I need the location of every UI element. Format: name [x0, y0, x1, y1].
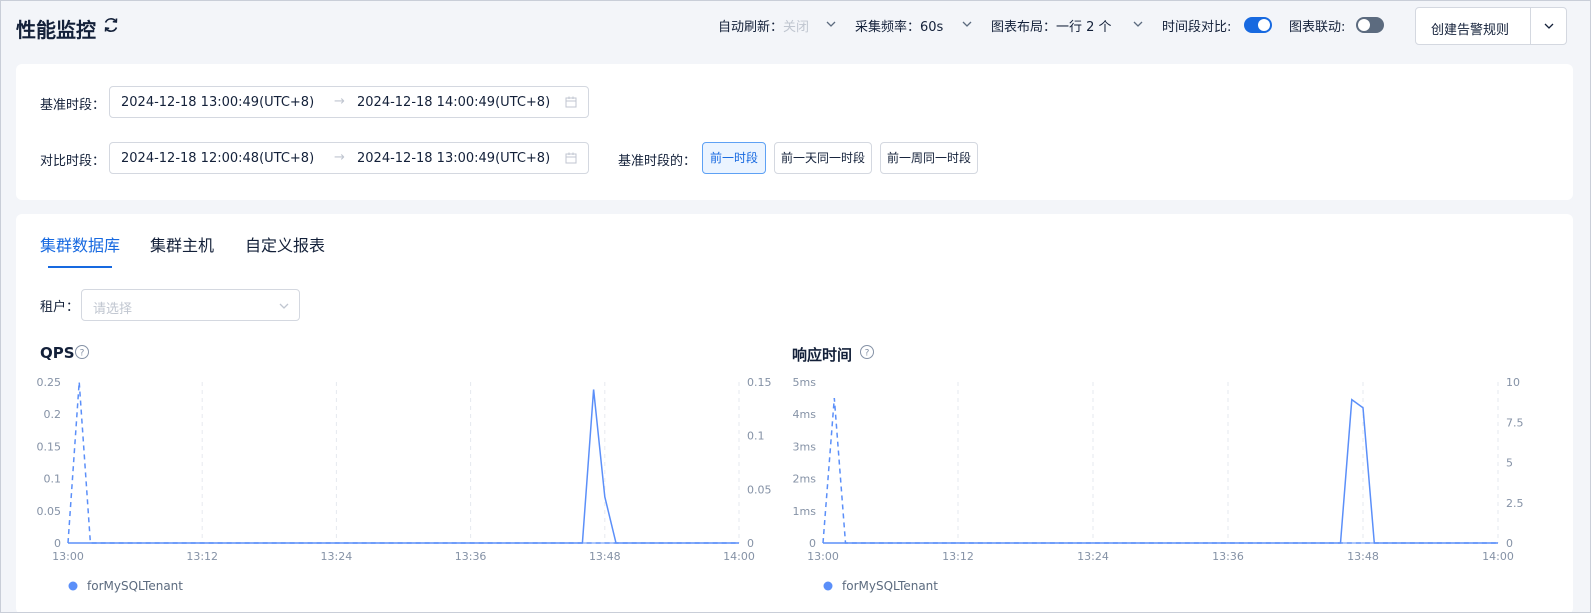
chevron-down-icon[interactable]: [1543, 20, 1555, 32]
series-line-dashed[interactable]: [822, 398, 1498, 544]
x-tick-label: 13:00: [52, 550, 84, 563]
base-range-label: 基准时段：: [40, 98, 106, 113]
y-left-tick-label: 1ms: [793, 505, 817, 518]
compare-end: 2024-12-18 13:00:49(UTC+8): [357, 151, 551, 166]
tab-cluster-host[interactable]: 集群主机: [150, 232, 214, 256]
y-left-tick-label: 3ms: [793, 440, 817, 453]
y-left-tick-label: 2ms: [793, 473, 817, 486]
qps-chart-title: QPS: [40, 344, 75, 362]
refresh-icon[interactable]: [102, 16, 120, 34]
x-tick-label: 13:24: [1077, 550, 1109, 563]
create-alert-label: 创建告警规则: [1431, 23, 1510, 38]
option-previous-day[interactable]: 前一天同一时段: [774, 142, 872, 174]
chevron-down-icon[interactable]: [825, 18, 837, 30]
x-tick-label: 13:36: [1212, 550, 1244, 563]
linkage-toggle-label: 图表联动:: [1289, 20, 1346, 35]
button-divider: [1530, 8, 1531, 44]
y-left-tick-label: 0: [809, 537, 816, 550]
tenant-label: 租户：: [40, 300, 80, 315]
arrow-right-icon: →: [334, 94, 345, 109]
x-tick-label: 13:00: [807, 550, 839, 563]
x-tick-label: 13:12: [942, 550, 974, 563]
base-start: 2024-12-18 13:00:49(UTC+8): [121, 95, 315, 110]
x-tick-label: 13:36: [455, 550, 487, 563]
response-time-chart: 13:00 13:12 13:24 13:36 13:48 14:0001ms2ms3ms…: [793, 376, 1524, 593]
x-tick-label: 13:48: [1347, 550, 1379, 563]
interval-select[interactable]: 采集频率：60s: [855, 16, 943, 35]
tab-cluster-database[interactable]: 集群数据库: [40, 232, 120, 256]
chevron-down-icon[interactable]: [1132, 18, 1144, 30]
option-previous-week[interactable]: 前一周同一时段: [880, 142, 978, 174]
x-tick-label: 14:00: [723, 550, 755, 563]
series-line-dashed[interactable]: [67, 381, 739, 544]
linkage-toggle[interactable]: [1356, 17, 1384, 33]
relative-range-label: 基准时段的：: [618, 154, 697, 169]
help-icon[interactable]: ?: [859, 344, 875, 360]
calendar-icon: [565, 152, 577, 164]
y-left-tick-label: 0.15: [37, 440, 62, 453]
layout-select[interactable]: 图表布局：一行 2 个: [991, 16, 1112, 35]
compare-range-label: 对比时段：: [40, 154, 106, 169]
y-left-tick-label: 0: [54, 537, 61, 550]
interval-label: 采集频率：: [855, 20, 921, 35]
compare-toggle[interactable]: [1244, 17, 1272, 33]
response-time-chart-title: 响应时间: [792, 346, 853, 364]
y-left-tick-label: 0.2: [44, 408, 62, 421]
legend-item[interactable]: forMySQLTenant: [87, 579, 183, 593]
x-tick-label: 13:48: [589, 550, 621, 563]
x-tick-label: 13:12: [186, 550, 218, 563]
toggle-knob: [1358, 19, 1370, 31]
svg-text:?: ?: [865, 349, 870, 359]
y-left-tick-label: 5ms: [793, 376, 817, 389]
help-icon[interactable]: ?: [74, 344, 90, 360]
option-previous-period[interactable]: 前一时段: [702, 142, 766, 174]
compare-start: 2024-12-18 12:00:48(UTC+8): [121, 151, 315, 166]
y-right-tick-label: 0: [747, 537, 754, 550]
layout-label: 图表布局：: [991, 20, 1057, 35]
y-right-tick-label: 7.5: [1506, 416, 1524, 429]
arrow-right-icon: →: [334, 150, 345, 165]
series-line-solid[interactable]: [68, 389, 739, 544]
toggle-knob: [1258, 19, 1270, 31]
tenant-select[interactable]: 请选择: [81, 289, 300, 321]
compare-range-picker[interactable]: 2024-12-18 12:00:48(UTC+8) → 2024-12-18 …: [109, 142, 589, 174]
svg-text:?: ?: [80, 349, 85, 359]
time-compare-card: 基准时段： 2024-12-18 13:00:49(UTC+8) → 2024-…: [16, 64, 1573, 200]
legend-dot: [68, 581, 78, 591]
x-tick-label: 13:24: [321, 550, 353, 563]
active-tab-indicator: [48, 266, 112, 268]
y-right-tick-label: 5: [1506, 457, 1513, 470]
y-left-tick-label: 0.25: [37, 376, 62, 389]
legend-dot: [823, 581, 833, 591]
base-range-picker[interactable]: 2024-12-18 13:00:49(UTC+8) → 2024-12-18 …: [109, 86, 589, 118]
x-tick-label: 14:00: [1482, 550, 1514, 563]
tenant-placeholder: 请选择: [93, 302, 133, 317]
series-line-solid[interactable]: [823, 398, 1498, 544]
y-right-tick-label: 0.1: [747, 430, 765, 443]
compare-toggle-label: 时间段对比:: [1162, 20, 1232, 35]
y-left-tick-label: 0.1: [44, 473, 62, 486]
legend-item[interactable]: forMySQLTenant: [842, 579, 938, 593]
y-left-tick-label: 4ms: [793, 408, 817, 421]
page-header: 性能监控 自动刷新：关闭 采集频率：60s 图表布局：一行 2 个 时间段对比:…: [0, 0, 1591, 52]
tab-custom-report[interactable]: 自定义报表: [245, 232, 325, 256]
metrics-card: 集群数据库 集群主机 自定义报表 租户： 请选择 QPS ? 13:00 13:1…: [16, 214, 1573, 613]
qps-chart: 13:00 13:12 13:24 13:36 13:48 14:0000.050.10.…: [37, 376, 772, 593]
base-end: 2024-12-18 14:00:49(UTC+8): [357, 95, 551, 110]
interval-value: 60s: [920, 20, 944, 35]
y-right-tick-label: 0: [1506, 537, 1513, 550]
auto-refresh-select[interactable]: 自动刷新：关闭: [718, 16, 809, 35]
calendar-icon: [565, 96, 577, 108]
layout-value: 一行 2 个: [1056, 20, 1112, 35]
chevron-down-icon: [279, 303, 289, 309]
chevron-down-icon[interactable]: [961, 18, 973, 30]
create-alert-button[interactable]: 创建告警规则: [1415, 7, 1567, 45]
auto-refresh-value: 关闭: [783, 20, 810, 35]
page-title: 性能监控: [16, 18, 96, 42]
y-left-tick-label: 0.05: [37, 505, 62, 518]
y-right-tick-label: 2.5: [1506, 497, 1524, 510]
y-right-tick-label: 10: [1506, 376, 1520, 389]
auto-refresh-label: 自动刷新：: [718, 20, 784, 35]
